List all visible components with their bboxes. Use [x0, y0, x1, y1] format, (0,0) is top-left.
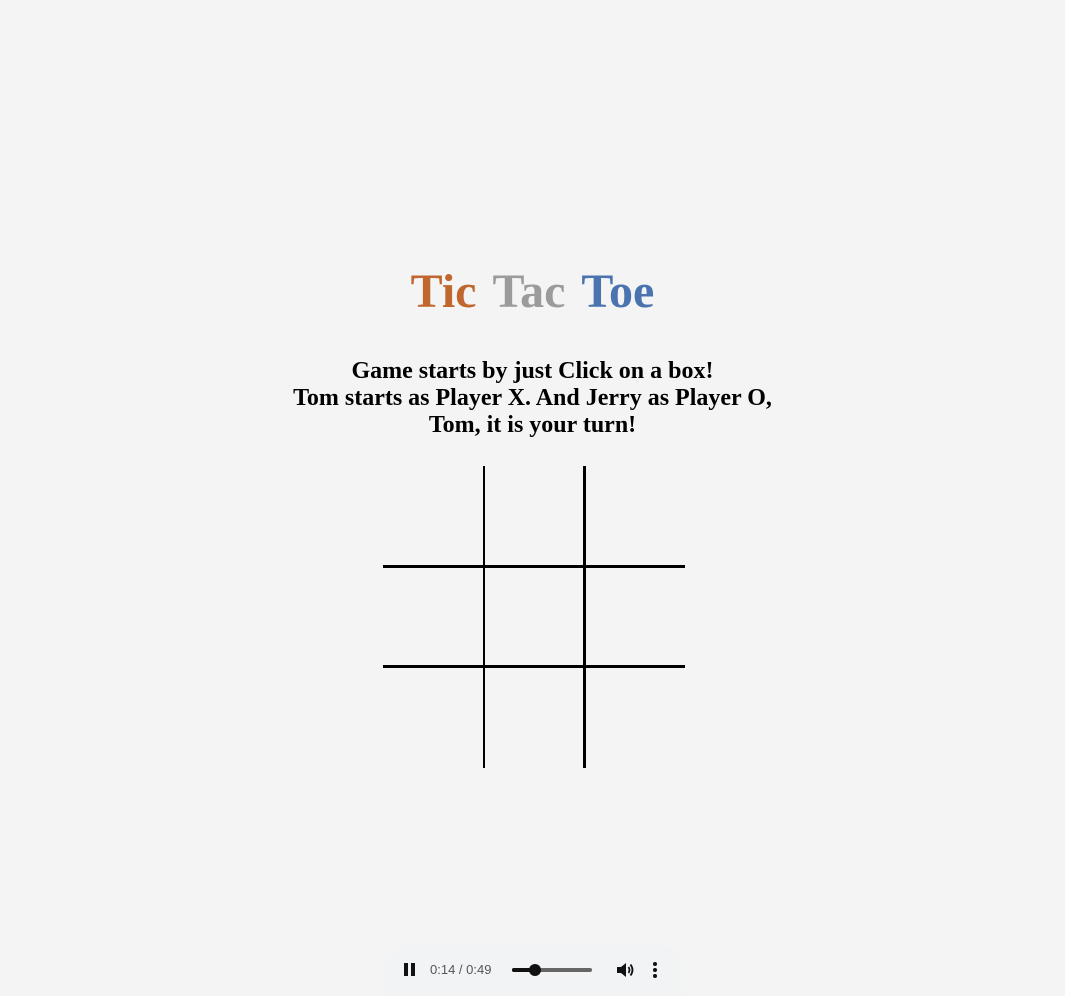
board-cell-1[interactable]: [383, 466, 483, 566]
board-cell-7[interactable]: [383, 666, 483, 766]
board-cell-4[interactable]: [383, 566, 483, 666]
board-cell-2[interactable]: [483, 466, 583, 566]
turn-message: Tom, it is your turn!: [428, 412, 637, 438]
seek-slider[interactable]: [512, 964, 592, 976]
board-cell-9[interactable]: [583, 666, 683, 766]
board-cell-8[interactable]: [483, 666, 583, 766]
time-display: 0:14 / 0:49: [430, 962, 492, 977]
instruction-message: Game starts by just Click on a box!: [351, 358, 714, 384]
audio-player: 0:14 / 0:49: [385, 944, 681, 996]
game-title: Tic Tac Toe: [0, 262, 1065, 322]
grid-line-vertical-2: [583, 466, 586, 768]
status-messages: Game starts by just Click on a box! Tom …: [0, 358, 1065, 439]
board-cell-5[interactable]: [483, 566, 583, 666]
grid-line-vertical-1: [483, 466, 485, 768]
board-cell-3[interactable]: [583, 466, 683, 566]
title-word-tac: Tac: [492, 265, 566, 318]
title-word-toe: Toe: [581, 265, 655, 318]
board-cell-6[interactable]: [583, 566, 683, 666]
game-board: [383, 466, 685, 768]
game-page: Tic Tac Toe Game starts by just Click on…: [0, 0, 1065, 996]
players-message: Tom starts as Player X. And Jerry as Pla…: [293, 385, 772, 411]
pause-icon[interactable]: [404, 963, 415, 976]
grid-line-horizontal-1: [383, 565, 685, 568]
title-word-tic: Tic: [410, 265, 477, 318]
seek-thumb[interactable]: [528, 964, 541, 976]
grid-line-horizontal-2: [383, 665, 685, 668]
more-vert-icon[interactable]: [651, 962, 659, 978]
volume-icon[interactable]: [616, 962, 634, 978]
